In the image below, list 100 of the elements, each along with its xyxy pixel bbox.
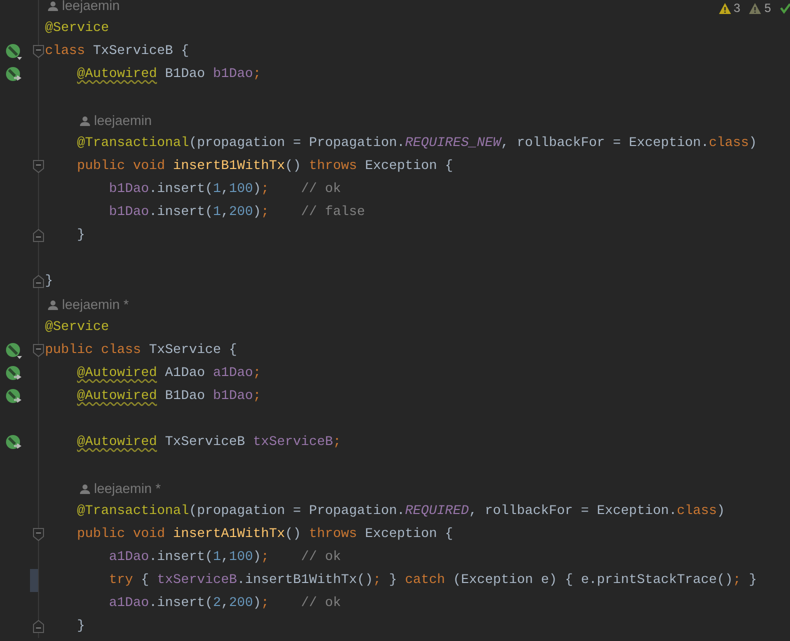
person-icon [80,116,90,126]
code-text: .insertB1WithTx() [236,573,373,588]
author-name[interactable]: leejaemin [62,0,120,13]
autowired-icon[interactable] [5,66,22,83]
code-text: } [45,274,53,289]
person-icon [48,0,58,10]
number: 200 [229,205,253,220]
constant: REQUIRED [404,504,469,519]
keyword: ; [261,205,269,220]
keyword: class [45,44,86,59]
author-name[interactable]: leejaemin * [62,297,129,312]
warning-icon[interactable] [718,2,731,14]
code-text: , rollbackFor = Exception. [500,136,709,151]
fold-icon[interactable] [33,275,44,288]
code-text: () [284,527,302,542]
number: 2 [213,596,221,611]
code-text: , [221,596,229,611]
comment: // ok [300,182,341,197]
keyword: class [676,504,717,519]
person-icon [48,300,58,310]
code-text: ) [253,596,261,611]
code-text: (propagation = Propagation. [188,136,405,151]
code-text: .insert( [149,550,213,565]
method-name: insertA1WithTx [172,527,285,542]
field-name: a1Dao [212,366,253,381]
keyword: ; [252,389,261,404]
code-text: Exception { [364,159,453,174]
code-text: .insert( [149,596,213,611]
code-text: { [140,573,150,588]
keyword: ; [252,366,261,381]
code-text: ) [716,504,725,519]
bean-icon[interactable] [5,43,22,60]
check-icon[interactable] [780,2,790,14]
constant: REQUIRES_NEW [404,136,501,151]
field-name: b1Dao [109,182,149,197]
code-text: (propagation = Propagation. [188,504,405,519]
code-text: TxServiceB { [93,44,189,59]
fold-icon[interactable] [33,229,44,242]
code-text: , [221,182,229,197]
annotation: @Autowired [77,366,157,381]
code-text: } [77,228,85,243]
code-text: .insert( [149,205,213,220]
field-name: b1Dao [212,389,253,404]
number: 1 [213,205,221,220]
code-text: B1Dao [164,389,206,404]
annotation: @Autowired [77,67,157,82]
code-text: B1Dao [164,67,206,82]
code-text: ) [748,136,757,151]
fold-icon[interactable] [33,45,44,58]
autowired-icon[interactable] [5,365,22,382]
code-text: TxServiceB [164,435,246,450]
code-text: () [284,159,302,174]
bean-icon[interactable] [5,342,22,359]
number: 100 [229,182,253,197]
keyword: public void [77,527,166,542]
annotation: @Autowired [77,389,157,404]
fold-icon[interactable] [33,160,44,173]
comment: // ok [300,550,341,565]
annotation: @Service [45,21,109,36]
field-name: b1Dao [109,205,149,220]
author-name[interactable]: leejaemin * [94,481,161,496]
number: 1 [213,182,221,197]
keyword: ; [261,596,269,611]
author-name[interactable]: leejaemin [94,113,152,128]
fold-icon[interactable] [33,620,44,633]
field-name: b1Dao [212,67,253,82]
fold-icon[interactable] [33,528,44,541]
keyword: ; [372,573,381,588]
keyword: ; [732,573,741,588]
field-name: a1Dao [109,550,149,565]
keyword: throws [308,159,358,174]
autowired-icon[interactable] [5,434,22,451]
code-text: (Exception e) { e.printStackTrace() [452,573,733,588]
code-text: TxService { [148,343,237,358]
field-name: a1Dao [109,596,149,611]
annotation: @Transactional [77,136,189,151]
comment: // ok [300,596,341,611]
warning-count[interactable]: 3 [734,1,740,15]
keyword: public void [77,159,166,174]
code-text: ) [253,550,261,565]
number: 1 [213,550,221,565]
comment: // false [300,205,365,220]
keyword: ; [252,67,261,82]
autowired-icon[interactable] [5,388,22,405]
field-name: txServiceB [252,435,333,450]
fold-icon[interactable] [33,344,44,357]
keyword: throws [308,527,358,542]
weak-warning-count[interactable]: 5 [764,1,771,15]
annotation: @Service [45,320,109,335]
keyword: catch [404,573,445,588]
number: 100 [229,550,253,565]
annotation: @Transactional [77,504,189,519]
weak-warning-icon[interactable] [749,2,762,14]
keyword: public class [45,343,142,358]
code-text: A1Dao [164,366,206,381]
code-text: } [77,619,85,634]
code-text: , [221,550,229,565]
code-text: ) [253,205,261,220]
keyword: ; [332,435,341,450]
keyword: ; [261,182,269,197]
